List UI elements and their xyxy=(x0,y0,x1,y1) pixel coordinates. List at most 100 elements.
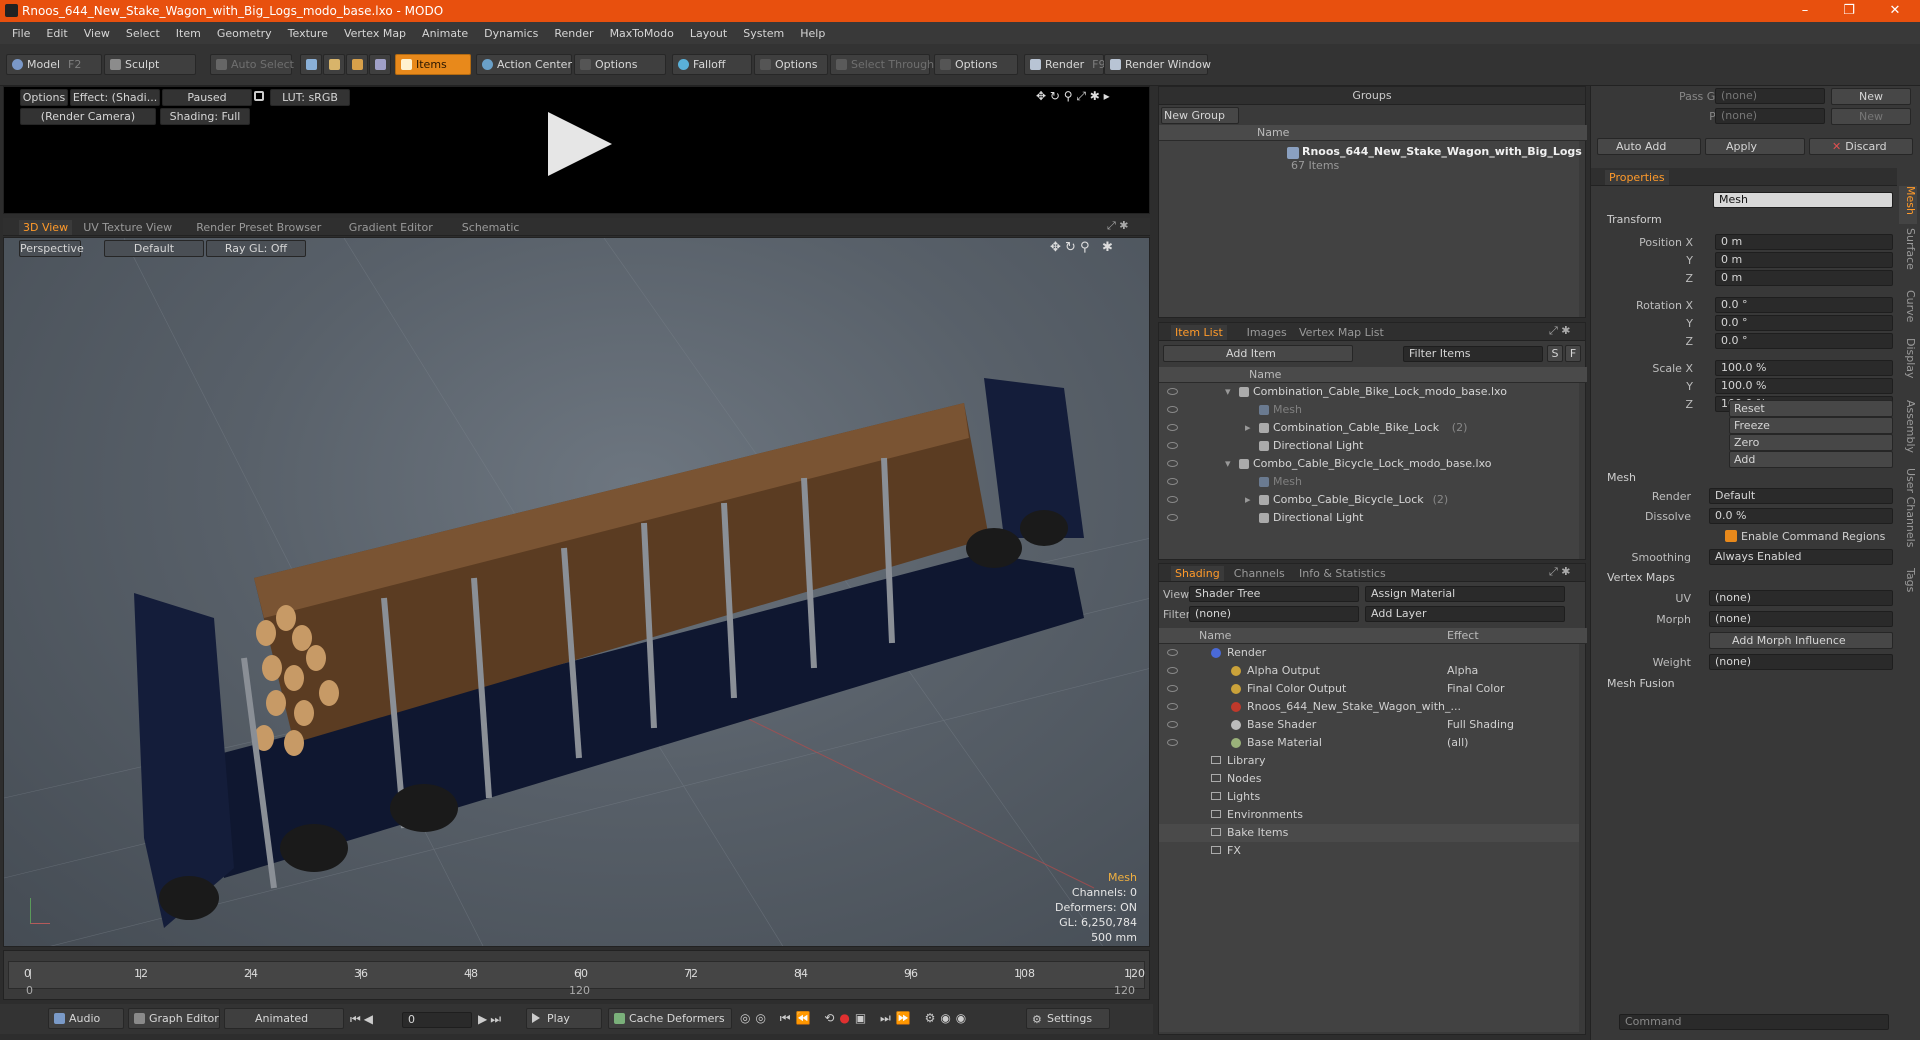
panel-expand-icons[interactable]: ⤢ ✱ xyxy=(1549,565,1571,579)
menu-dynamics[interactable]: Dynamics xyxy=(476,27,546,40)
visibility-eye-icon[interactable] xyxy=(1167,514,1178,521)
shader-row[interactable]: Bake Items xyxy=(1159,824,1579,842)
add-morph-influence-button[interactable]: Add Morph Influence xyxy=(1709,632,1893,649)
restore-icon[interactable]: ❐ xyxy=(1826,0,1872,22)
menu-view[interactable]: View xyxy=(76,27,118,40)
preview-paused-button[interactable]: Paused xyxy=(162,89,252,106)
add-layer-dropdown[interactable]: Add Layer xyxy=(1365,606,1565,622)
shader-row[interactable]: Alpha Output Alpha xyxy=(1159,662,1579,680)
menu-file[interactable]: File xyxy=(4,27,38,40)
render-button[interactable]: Render F9 xyxy=(1024,54,1106,75)
transform-field[interactable]: 100.0 % xyxy=(1715,360,1893,376)
dissolve-field[interactable]: 0.0 % xyxy=(1709,508,1893,524)
morph-dropdown[interactable]: (none) xyxy=(1709,611,1893,627)
apply-button[interactable]: Apply xyxy=(1705,138,1805,155)
transform-reset-button[interactable]: Reset xyxy=(1729,400,1893,417)
list-item[interactable]: Directional Light xyxy=(1159,437,1579,455)
list-item[interactable]: Mesh xyxy=(1159,473,1579,491)
timeline[interactable]: 0 12 24 36 48 60 72 84 96 108 120 0 120 120 xyxy=(3,950,1150,1000)
menu-select[interactable]: Select xyxy=(118,27,168,40)
visibility-eye-icon[interactable] xyxy=(1167,496,1178,503)
list-item[interactable]: ▸ Combination_Cable_Bike_Lock (2) xyxy=(1159,419,1579,437)
filter-s-button[interactable]: S xyxy=(1547,345,1563,362)
visibility-eye-icon[interactable] xyxy=(1167,721,1178,728)
animated-dropdown[interactable]: Animated xyxy=(224,1008,344,1029)
list-item[interactable]: Directional Light xyxy=(1159,509,1579,527)
transform-section[interactable]: Transform xyxy=(1591,212,1841,228)
side-tab-user-channels[interactable]: User Channels xyxy=(1899,468,1917,565)
group-item-name[interactable]: Rnoos_644_New_Stake_Wagon_with_Big_Logs xyxy=(1302,145,1582,158)
shading-dropdown[interactable]: Shading: Full xyxy=(160,108,250,125)
cache-deformers-button[interactable]: Cache Deformers xyxy=(608,1008,732,1029)
key-icons[interactable]: ◎◎ ⏮⏪ ⟲●▣ ⏭⏩ ⚙◉◉ xyxy=(740,1011,971,1026)
tab-properties[interactable]: Properties xyxy=(1605,170,1669,185)
sculpt-button[interactable]: Sculpt xyxy=(104,54,196,75)
transform-field[interactable]: 0 m xyxy=(1715,234,1893,250)
filter-items-input[interactable]: Filter Items xyxy=(1403,346,1543,362)
select-options-button[interactable]: Options xyxy=(934,54,1018,75)
preview-options-button[interactable]: Options xyxy=(20,89,68,106)
tab-images[interactable]: Images xyxy=(1243,325,1291,340)
weight-dropdown[interactable]: (none) xyxy=(1709,654,1893,670)
tab-shading[interactable]: Shading xyxy=(1171,566,1224,581)
enable-command-regions-checkbox[interactable] xyxy=(1725,530,1737,542)
command-input[interactable]: Command xyxy=(1619,1014,1889,1030)
transform-field[interactable]: 0 m xyxy=(1715,270,1893,286)
auto-add-button[interactable]: Auto Add xyxy=(1597,138,1701,155)
visibility-eye-icon[interactable] xyxy=(1167,739,1178,746)
close-icon[interactable]: ✕ xyxy=(1872,0,1918,22)
item-list-rows[interactable]: ▾ Combination_Cable_Bike_Lock_modo_base.l… xyxy=(1159,383,1579,559)
shader-row[interactable]: Environments xyxy=(1159,806,1579,824)
side-tab-surface[interactable]: Surface xyxy=(1899,228,1917,286)
tab-info-statistics[interactable]: Info & Statistics xyxy=(1295,566,1390,581)
visibility-eye-icon[interactable] xyxy=(1167,649,1178,656)
perspective-dropdown[interactable]: Perspective xyxy=(19,240,84,257)
shader-tree[interactable]: Render Alpha Output Alpha Final Color Outpu… xyxy=(1159,644,1579,1032)
groups-list[interactable]: Rnoos_644_New_Stake_Wagon_with_Big_Logs … xyxy=(1159,141,1582,317)
list-item[interactable]: ▾ Combo_Cable_Bicycle_Lock_modo_base.lxo xyxy=(1159,455,1579,473)
passes-dropdown[interactable]: (none) xyxy=(1715,108,1825,124)
collapse-arrow-icon[interactable]: ▾ xyxy=(1225,383,1231,401)
materials-mode-button[interactable] xyxy=(369,54,391,75)
transform-field[interactable]: 0.0 ° xyxy=(1715,315,1893,331)
collapse-arrow-icon[interactable]: ▾ xyxy=(1225,455,1231,473)
transform-add-button[interactable]: Add xyxy=(1729,451,1893,468)
3d-viewport[interactable]: Perspective Default Ray GL: Off ✥ ↻ ⚲ ✱ … xyxy=(3,237,1150,947)
polygons-mode-button[interactable] xyxy=(346,54,368,75)
name-field[interactable]: Mesh xyxy=(1713,192,1893,208)
filter-f-button[interactable]: F xyxy=(1565,345,1581,362)
list-item[interactable]: ▸ Combo_Cable_Bicycle_Lock (2) xyxy=(1159,491,1579,509)
transform-field[interactable]: 0 m xyxy=(1715,252,1893,268)
select-through-button[interactable]: Select Through xyxy=(830,54,934,75)
panel-expand-icons[interactable]: ⤢ ✱ xyxy=(1549,324,1571,338)
model-button[interactable]: Model F2 xyxy=(6,54,102,75)
new-group-button[interactable]: New Group xyxy=(1161,107,1239,124)
transform-freeze-button[interactable]: Freeze xyxy=(1729,417,1893,434)
side-tab-display[interactable]: Display xyxy=(1899,338,1917,396)
vertices-mode-button[interactable] xyxy=(300,54,322,75)
tab-gradient-editor[interactable]: Gradient Editor xyxy=(345,220,437,235)
side-tab-mesh[interactable]: Mesh xyxy=(1899,186,1917,224)
shader-row[interactable]: Rnoos_644_New_Stake_Wagon_with_... xyxy=(1159,698,1579,716)
menu-system[interactable]: System xyxy=(735,27,792,40)
menu-render[interactable]: Render xyxy=(546,27,601,40)
assign-material-dropdown[interactable]: Assign Material xyxy=(1365,586,1565,602)
visibility-eye-icon[interactable] xyxy=(1167,406,1178,413)
mesh-section[interactable]: Mesh xyxy=(1591,470,1841,486)
menu-maxtomodo[interactable]: MaxToModo xyxy=(602,27,682,40)
list-item[interactable]: Mesh xyxy=(1159,401,1579,419)
smoothing-dropdown[interactable]: Always Enabled xyxy=(1709,549,1893,565)
expand-arrow-icon[interactable]: ▸ xyxy=(1245,491,1251,509)
tab-vertex-map-list[interactable]: Vertex Map List xyxy=(1295,325,1388,340)
menu-item[interactable]: Item xyxy=(168,27,209,40)
preview-effect-dropdown[interactable]: Effect: (Shadi... xyxy=(70,89,160,106)
action-center-options-button[interactable]: Options xyxy=(574,54,666,75)
menu-help[interactable]: Help xyxy=(792,27,833,40)
audio-button[interactable]: Audio xyxy=(48,1008,124,1029)
shader-row[interactable]: Final Color Output Final Color xyxy=(1159,680,1579,698)
shader-row[interactable]: Render xyxy=(1159,644,1579,662)
viewport-panel-icons[interactable]: ⤢ ✱ xyxy=(1107,219,1129,233)
side-tab-tags[interactable]: Tags xyxy=(1899,568,1917,606)
pass-groups-new-button[interactable]: New xyxy=(1831,88,1911,105)
mesh-fusion-section[interactable]: Mesh Fusion xyxy=(1591,676,1841,692)
